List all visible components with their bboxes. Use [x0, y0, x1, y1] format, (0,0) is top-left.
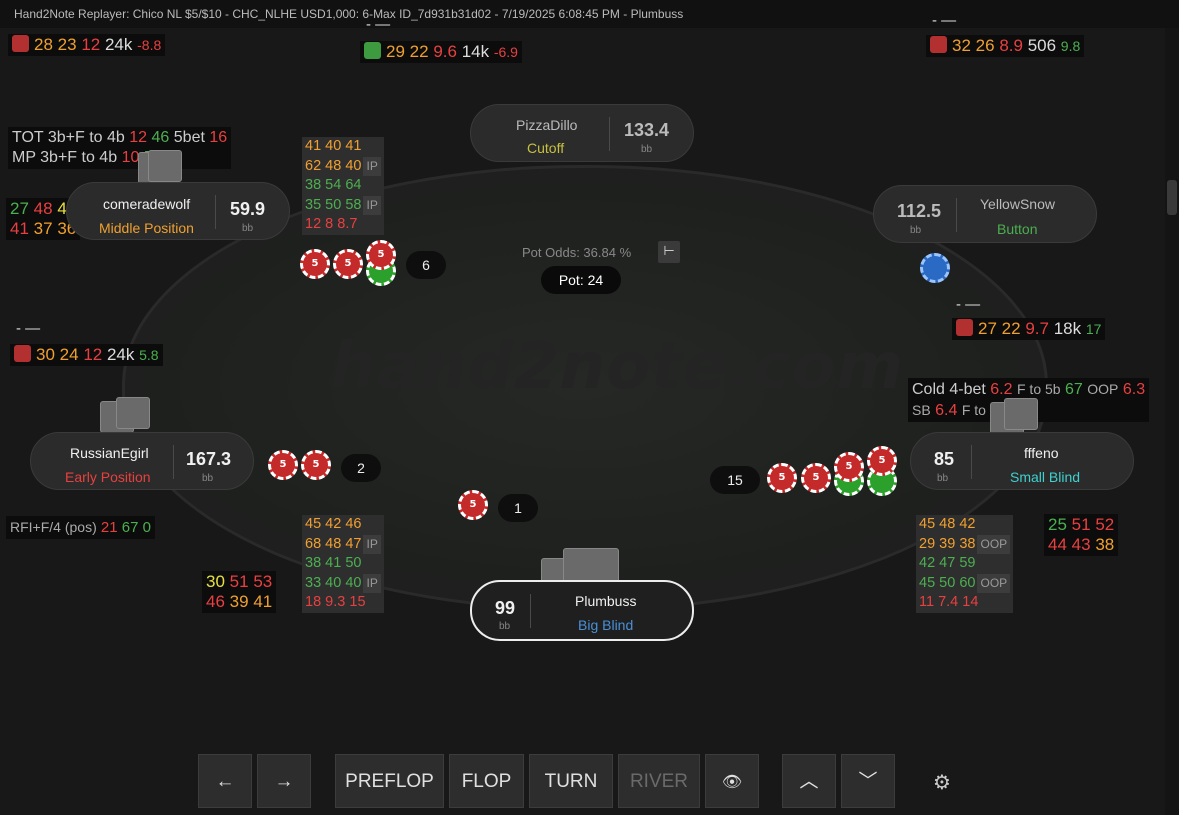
- dealer-button-icon: [920, 253, 950, 283]
- player-position: Big Blind: [578, 617, 634, 633]
- bet-amount-small-blind: 15: [710, 466, 760, 494]
- prev-action-button[interactable]: ←: [198, 754, 252, 808]
- scroll-down-button[interactable]: ﹀: [841, 754, 895, 808]
- player-position: Button: [997, 221, 1038, 237]
- eye-icon: 👁: [721, 774, 743, 791]
- pot-odds-icon[interactable]: ⊢: [658, 241, 680, 263]
- seat-small-blind[interactable]: 85 bb fffeno Small Blind: [910, 432, 1134, 490]
- hud-stat-block-small-blind[interactable]: 45 48 42 29 39 38 OOP 42 47 59 45 50 60 OO…: [916, 515, 1014, 613]
- hud-rfi[interactable]: RFI+F/4 (pos) 21 67 0: [6, 516, 155, 539]
- chevron-down-icon: ﹀: [858, 771, 878, 792]
- bet-chip: 5: [301, 450, 331, 480]
- arrow-right-icon: →: [274, 771, 294, 792]
- flop-button[interactable]: FLOP: [449, 754, 524, 808]
- bet-chip: 5: [834, 452, 864, 482]
- seat-cutoff[interactable]: PizzaDillo Cutoff 133.4 bb: [470, 104, 694, 162]
- seat-divider: [956, 198, 957, 232]
- player-name: YellowSnow: [980, 196, 1055, 212]
- hole-cards: [134, 150, 182, 184]
- hud-mini-right[interactable]: 25 51 52 44 43 38: [1044, 514, 1119, 556]
- hud-color-icon: [930, 36, 947, 53]
- seat-divider: [173, 445, 174, 479]
- player-name: Plumbuss: [575, 593, 637, 609]
- stack-unit: bb: [242, 223, 254, 234]
- seat-divider: [971, 445, 972, 479]
- bet-chip: 5: [333, 249, 363, 279]
- seat-divider: [215, 195, 216, 229]
- hole-cards: [100, 395, 150, 433]
- window-title: Hand2Note Replayer: Chico NL $5/$10 - CH…: [14, 7, 684, 21]
- player-stack: 85: [934, 449, 955, 469]
- arrow-left-icon: ←: [215, 771, 235, 792]
- seat-middle-position[interactable]: comeradewolf Middle Position 59.9 bb: [66, 182, 290, 240]
- hud-color-icon: [956, 319, 973, 336]
- hud-top-center[interactable]: 29 22 9.6 14k -6.9: [360, 41, 522, 63]
- player-stack: 99: [495, 598, 516, 618]
- player-position: Early Position: [65, 469, 151, 485]
- bet-chip: 5: [366, 240, 396, 270]
- next-action-button[interactable]: →: [257, 754, 311, 808]
- hud-left-mid[interactable]: 30 24 12 24k 5.8: [10, 344, 163, 366]
- turn-button[interactable]: TURN: [529, 754, 613, 808]
- player-name: PizzaDillo: [516, 117, 578, 133]
- seat-divider: [609, 117, 610, 151]
- player-stack: 59.9: [230, 199, 266, 219]
- hud-top-left[interactable]: 28 23 12 24k -8.8: [8, 34, 166, 56]
- bet-chip: 5: [867, 446, 897, 476]
- scroll-up-button[interactable]: ︿: [782, 754, 836, 808]
- bet-chip: 5: [801, 463, 831, 493]
- bet-chip: 5: [767, 463, 797, 493]
- hud-dash: - —: [366, 16, 391, 33]
- hole-cards: [541, 548, 621, 590]
- hud-color-icon: [14, 345, 31, 362]
- pot-odds-label: Pot Odds: 36.84 %: [522, 245, 632, 260]
- watermark: hand2note.com: [330, 330, 905, 404]
- hud-mini-bottom-left[interactable]: 30 51 53 46 39 41: [202, 571, 277, 613]
- hud-dash: - —: [956, 296, 981, 313]
- bet-chip: 5: [458, 490, 488, 520]
- hud-stat-block-middle[interactable]: 41 40 41 62 48 40 IP 38 54 64 35 50 58 IP …: [302, 137, 384, 235]
- stack-unit: bb: [499, 621, 511, 632]
- player-position: Small Blind: [1010, 469, 1081, 485]
- player-stack: 112.5: [897, 201, 942, 221]
- player-position: Cutoff: [527, 140, 565, 156]
- stack-unit: bb: [641, 144, 653, 155]
- hud-top-right[interactable]: 32 26 8.9 506 9.8: [926, 35, 1085, 57]
- hud-right-mid[interactable]: 27 22 9.7 18k 17: [952, 318, 1106, 340]
- hud-color-icon: [12, 35, 29, 52]
- bet-chip: 5: [300, 249, 330, 279]
- hole-cards: [990, 398, 1038, 434]
- preflop-button[interactable]: PREFLOP: [335, 754, 444, 808]
- scrollbar[interactable]: [1165, 28, 1179, 815]
- scrollbar-thumb[interactable]: [1167, 180, 1177, 215]
- seat-hero-big-blind[interactable]: 99 bb Plumbuss Big Blind: [470, 580, 694, 641]
- pot-label: Pot: 24: [541, 266, 621, 294]
- bet-amount-middle: 6: [406, 251, 446, 279]
- player-name: fffeno: [1024, 445, 1059, 461]
- hud-color-icon: [364, 42, 381, 59]
- river-button[interactable]: RIVER: [618, 754, 700, 808]
- gear-icon[interactable]: ⚙: [930, 770, 954, 794]
- hud-dash: - —: [16, 320, 41, 337]
- bet-amount-hero: 1: [498, 494, 538, 522]
- player-name: comeradewolf: [103, 196, 191, 212]
- player-stack: 167.3: [186, 449, 232, 469]
- stack-unit: bb: [202, 473, 214, 484]
- bet-amount-early: 2: [341, 454, 381, 482]
- stack-unit: bb: [910, 225, 922, 236]
- seat-early-position[interactable]: RussianEgirl Early Position 167.3 bb: [30, 432, 254, 490]
- player-name: RussianEgirl: [70, 445, 149, 461]
- window-titlebar: Hand2Note Replayer: Chico NL $5/$10 - CH…: [0, 0, 1179, 28]
- bet-chip: 5: [268, 450, 298, 480]
- hud-stat-block-early[interactable]: 45 42 46 68 48 47 IP 38 41 50 33 40 40 IP …: [302, 515, 384, 613]
- player-stack: 133.4: [624, 120, 670, 140]
- stack-unit: bb: [937, 473, 949, 484]
- seat-divider: [530, 594, 531, 628]
- player-position: Middle Position: [99, 220, 194, 236]
- seat-button[interactable]: 112.5 bb YellowSnow Button: [873, 185, 1097, 243]
- show-cards-button[interactable]: 👁: [705, 754, 759, 808]
- chevron-up-icon: ︿: [799, 771, 819, 792]
- hud-dash: - —: [932, 12, 957, 29]
- hud-threebet-panel[interactable]: TOT 3b+F to 4b 12 46 5bet 16 MP 3b+F to …: [8, 127, 232, 169]
